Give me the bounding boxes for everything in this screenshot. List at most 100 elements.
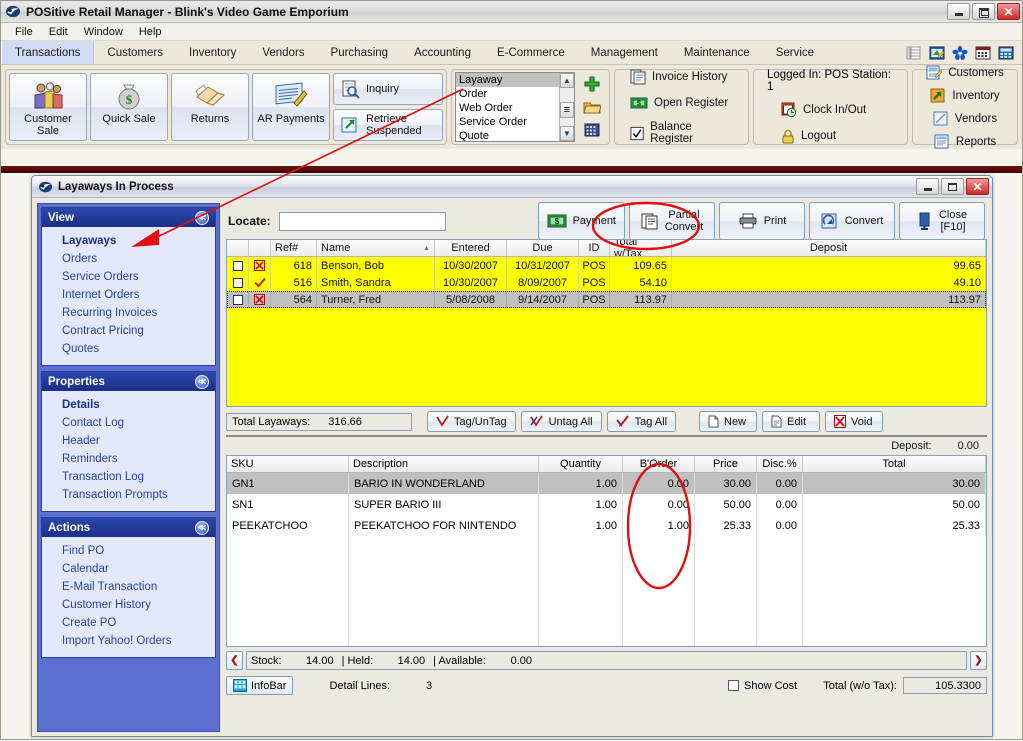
- sidebar-item-find-po[interactable]: Find PO: [42, 542, 215, 560]
- sidebar-item-internet-orders[interactable]: Internet Orders: [42, 286, 215, 304]
- sidebar-item-import-yahoo-orders[interactable]: Import Yahoo! Orders: [42, 632, 215, 650]
- tab-management[interactable]: Management: [578, 41, 671, 64]
- column-header-quantity[interactable]: Quantity: [539, 456, 623, 472]
- doctype-scrollbar[interactable]: ▲ ≡ ▼: [559, 73, 574, 141]
- note-edit-icon[interactable]: [929, 46, 945, 60]
- sidebar-panel-actions-header[interactable]: Actions ≪: [42, 518, 215, 537]
- tag-untag-button[interactable]: Tag/UnTag: [427, 411, 516, 432]
- customer-sale-button[interactable]: Customer Sale: [9, 73, 87, 141]
- doctype-option-order[interactable]: Order: [456, 87, 574, 101]
- ar-payments-button[interactable]: AR Payments: [252, 73, 330, 141]
- column-header-ref[interactable]: Ref#: [271, 240, 317, 256]
- tab-transactions[interactable]: Transactions: [1, 41, 95, 64]
- sidebar-item-customer-history[interactable]: Customer History: [42, 596, 215, 614]
- chevron-up-icon[interactable]: ≪: [195, 374, 209, 389]
- new-button[interactable]: New: [699, 411, 758, 432]
- inquiry-button[interactable]: Inquiry: [333, 73, 443, 105]
- sidebar-item-email-transaction[interactable]: E-Mail Transaction: [42, 578, 215, 596]
- scrollbar-thumb[interactable]: ≡: [560, 102, 574, 118]
- payment-button[interactable]: $ Payment: [537, 202, 625, 240]
- document-type-list[interactable]: Layaway Order Web Order Service Order Qu…: [455, 72, 575, 142]
- sidebar-item-calendar[interactable]: Calendar: [42, 560, 215, 578]
- sidebar-panel-properties-header[interactable]: Properties ≪: [42, 372, 215, 391]
- sidebar-panel-view-header[interactable]: View ≪: [42, 208, 215, 227]
- column-header-price[interactable]: Price: [695, 456, 757, 472]
- column-header-total[interactable]: Total: [803, 456, 986, 472]
- column-header-entered[interactable]: Entered: [435, 240, 507, 256]
- infobar-button[interactable]: InfoBar: [226, 676, 294, 695]
- sidebar-item-transaction-prompts[interactable]: Transaction Prompts: [42, 486, 215, 504]
- locate-input[interactable]: [278, 211, 446, 231]
- grid-icon[interactable]: [582, 121, 602, 139]
- next-arrow-icon[interactable]: ❯: [970, 651, 987, 670]
- tab-purchasing[interactable]: Purchasing: [318, 41, 402, 64]
- menu-item-edit[interactable]: Edit: [41, 25, 76, 39]
- tab-accounting[interactable]: Accounting: [401, 41, 484, 64]
- table-row[interactable]: 516 Smith, Sandra 10/30/2007 8/09/2007 P…: [227, 274, 986, 291]
- untag-all-button[interactable]: Untag All: [520, 411, 602, 432]
- column-header-due[interactable]: Due: [507, 240, 579, 256]
- sidebar-item-details[interactable]: Details: [42, 396, 215, 414]
- invoice-history-link[interactable]: Invoice History: [626, 67, 737, 87]
- column-header-sku[interactable]: SKU: [227, 456, 349, 472]
- sidebar-item-quotes[interactable]: Quotes: [42, 340, 215, 358]
- close-icon[interactable]: ✕: [997, 3, 1020, 20]
- column-header-name[interactable]: Name ▲: [317, 240, 435, 256]
- tab-customers[interactable]: Customers: [94, 41, 176, 64]
- tab-inventory[interactable]: Inventory: [176, 41, 249, 64]
- row-checkbox[interactable]: [227, 291, 249, 308]
- sidebar-item-contact-log[interactable]: Contact Log: [42, 414, 215, 432]
- menu-item-file[interactable]: File: [7, 25, 41, 39]
- layaways-grid[interactable]: Ref# Name ▲ Entered Due ID Total w/Tax D…: [226, 239, 987, 407]
- logout-link[interactable]: Logout: [767, 127, 840, 146]
- column-header-total-wtax[interactable]: Total w/Tax: [610, 240, 672, 256]
- column-header-deposit[interactable]: Deposit: [672, 240, 986, 256]
- sidebar-item-reminders[interactable]: Reminders: [42, 450, 215, 468]
- print-button[interactable]: Print: [719, 202, 805, 240]
- clock-in-out-link[interactable]: Clock In/Out: [767, 100, 870, 120]
- maximize-icon[interactable]: [941, 178, 964, 195]
- sidebar-item-header[interactable]: Header: [42, 432, 215, 450]
- table-row[interactable]: 618 Benson, Bob 10/30/2007 10/31/2007 PO…: [227, 257, 986, 274]
- sidebar-item-recurring-invoices[interactable]: Recurring Invoices: [42, 304, 215, 322]
- table-row[interactable]: PEEKATCHOO PEEKATCHOO FOR NINTENDO 1.00 …: [227, 515, 986, 536]
- void-button[interactable]: Void: [825, 411, 884, 432]
- prev-arrow-icon[interactable]: ❮: [226, 651, 243, 670]
- table-row[interactable]: 564 Turner, Fred 5/08/2008 9/14/2007 POS…: [227, 291, 986, 308]
- sidebar-item-transaction-log[interactable]: Transaction Log: [42, 468, 215, 486]
- tab-vendors[interactable]: Vendors: [249, 41, 317, 64]
- partial-convert-button[interactable]: Partial Convert: [629, 202, 715, 240]
- scroll-down-icon[interactable]: ▼: [560, 126, 574, 141]
- scroll-up-icon[interactable]: ▲: [560, 73, 574, 88]
- doctype-option-quote[interactable]: Quote: [456, 129, 574, 141]
- minimize-icon[interactable]: [916, 178, 939, 195]
- column-header-select[interactable]: [227, 240, 249, 256]
- plus-icon[interactable]: [582, 75, 602, 93]
- close-icon[interactable]: ✕: [966, 178, 989, 195]
- list-icon[interactable]: [906, 46, 922, 60]
- sidebar-item-service-orders[interactable]: Service Orders: [42, 268, 215, 286]
- close-f10-button[interactable]: Close [F10]: [899, 202, 985, 240]
- column-header-border[interactable]: B'Order: [623, 456, 695, 472]
- column-header-disc[interactable]: Disc.%: [757, 456, 803, 472]
- minimize-icon[interactable]: [947, 3, 970, 20]
- sidebar-item-contract-pricing[interactable]: Contract Pricing: [42, 322, 215, 340]
- balance-register-link[interactable]: Balance Register: [626, 119, 737, 147]
- tag-all-button[interactable]: A Tag All: [606, 411, 677, 432]
- tab-ecommerce[interactable]: E-Commerce: [484, 41, 578, 64]
- restore-icon[interactable]: [972, 3, 995, 20]
- column-header-flag[interactable]: [249, 240, 271, 256]
- detail-lines-grid[interactable]: SKU Description Quantity B'Order Price D…: [226, 455, 987, 647]
- column-header-description[interactable]: Description: [349, 456, 539, 472]
- column-header-id[interactable]: ID: [579, 240, 610, 256]
- edit-button[interactable]: Edit: [762, 411, 821, 432]
- chevron-up-icon[interactable]: ≪: [195, 210, 209, 225]
- menu-item-window[interactable]: Window: [76, 25, 131, 39]
- row-checkbox[interactable]: [227, 274, 249, 291]
- sidebar-item-layaways[interactable]: Layaways: [42, 232, 215, 250]
- asterisk-icon[interactable]: [952, 45, 968, 60]
- quick-sale-button[interactable]: $ Quick Sale: [90, 73, 168, 141]
- returns-button[interactable]: Returns: [171, 73, 249, 141]
- table-row[interactable]: SN1 SUPER BARIO III 1.00 0.00 50.00 0.00…: [227, 494, 986, 515]
- show-cost-checkbox[interactable]: Show Cost: [728, 680, 797, 692]
